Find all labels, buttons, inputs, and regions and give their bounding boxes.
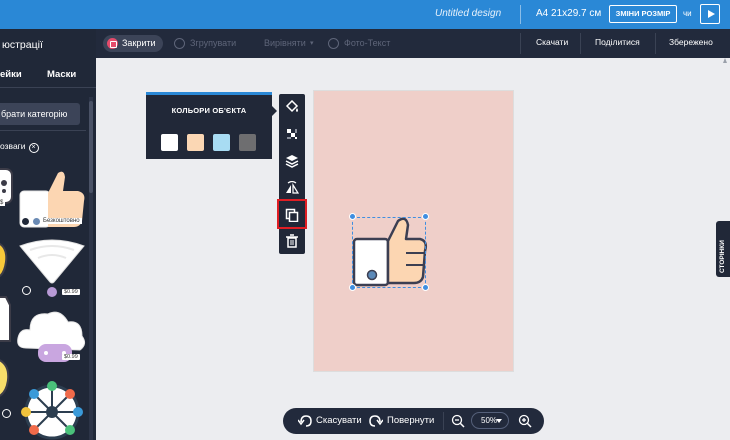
- info-icon[interactable]: [2, 409, 11, 418]
- group-icon: [174, 38, 185, 49]
- flip-icon: [286, 181, 299, 194]
- color-swatch-peach[interactable]: [187, 134, 204, 151]
- object-colors-title: КОЛЬОРИ ОБ'ЄКТА: [171, 106, 247, 115]
- align-dropdown[interactable]: Вирівняти ▾: [264, 35, 319, 52]
- sticker-lightbulb-partial[interactable]: [0, 354, 12, 412]
- color-swatch-white[interactable]: [161, 134, 178, 151]
- share-button[interactable]: Поділитися: [595, 37, 640, 47]
- close-icon[interactable]: ×: [28, 143, 39, 153]
- or-label: чи: [683, 9, 692, 18]
- design-name[interactable]: Untitled design: [435, 8, 501, 19]
- price-badge: $0.99: [62, 354, 80, 360]
- close-button[interactable]: Закрити: [103, 35, 163, 52]
- sticker-tag-partial[interactable]: [0, 291, 12, 345]
- resize-handle-bottom-right[interactable]: [422, 284, 429, 291]
- zoom-in-icon[interactable]: [518, 414, 532, 428]
- free-badge: Безкоштовно: [41, 218, 82, 224]
- trash-icon: [286, 234, 298, 248]
- divider: [580, 33, 581, 54]
- divider: [655, 33, 656, 54]
- resize-handle-top-right[interactable]: [422, 213, 429, 220]
- divider: [0, 130, 86, 131]
- align-dropdown-label: Вирівняти: [264, 38, 306, 48]
- delete-tool[interactable]: [279, 228, 305, 254]
- fill-color-tool[interactable]: [279, 94, 305, 120]
- color-swatch-light-blue[interactable]: [213, 134, 230, 151]
- filter-tag-label: озваги: [0, 141, 26, 151]
- info-icon[interactable]: [21, 217, 30, 226]
- sidebar-scrollbar-thumb[interactable]: [89, 101, 93, 193]
- editor-toolbar: Закрити Згрупувати Вирівняти ▾ Фото-Текс…: [96, 29, 730, 58]
- canvas-scroll-up-arrow[interactable]: [723, 58, 728, 218]
- zoom-out-icon[interactable]: [451, 414, 465, 428]
- resize-button[interactable]: ЗМІНИ РОЗМІР: [609, 5, 677, 23]
- group-button[interactable]: Згрупувати: [174, 35, 249, 52]
- layers-icon: [285, 155, 299, 168]
- sticker-cloud-gamepad[interactable]: [16, 308, 88, 372]
- paint-bucket-icon: [285, 100, 299, 113]
- group-button-label: Згрупувати: [190, 38, 237, 48]
- redo-button[interactable]: Повернути: [387, 415, 434, 426]
- photo-text-icon: [328, 38, 339, 49]
- pages-panel-tab-label: СТОРІНКИ: [719, 240, 726, 273]
- sidebar-tab-masks[interactable]: Маски: [47, 69, 76, 80]
- layers-tool[interactable]: [279, 148, 305, 174]
- zoom-select[interactable]: 50%: [471, 412, 509, 429]
- transparency-tool[interactable]: [279, 121, 305, 147]
- redo-icon[interactable]: [369, 414, 383, 428]
- element-tools-panel: [279, 94, 305, 254]
- photo-text-button-label: Фото-Текст: [344, 38, 391, 48]
- resize-handle-top-left[interactable]: [349, 213, 356, 220]
- price-badge: $: [0, 200, 6, 206]
- present-button[interactable]: [700, 4, 720, 24]
- filter-tag[interactable]: озваги ×: [0, 141, 39, 153]
- download-button[interactable]: Скачати: [536, 37, 568, 47]
- left-sidebar: юстрації ейки Маски брати категорію озва…: [0, 29, 96, 440]
- sidebar-tab-stickers[interactable]: ейки: [0, 69, 22, 80]
- undo-button[interactable]: Скасувати: [316, 415, 362, 426]
- flip-tool[interactable]: [279, 175, 305, 201]
- price-badge: $0.99: [62, 289, 80, 295]
- info-icon[interactable]: [22, 286, 31, 295]
- lock-icon: [107, 38, 118, 49]
- page-size-label: A4 21x29.7 см: [536, 8, 602, 19]
- divider: [520, 5, 521, 24]
- color-swatch-gray[interactable]: [239, 134, 256, 151]
- sticker-lamp-partial[interactable]: [0, 236, 12, 284]
- chevron-down-icon: ▾: [310, 40, 314, 47]
- photo-text-button[interactable]: Фото-Текст: [328, 35, 408, 52]
- save-status: Збережено: [669, 37, 713, 47]
- preview-icon[interactable]: [32, 217, 41, 226]
- bottom-bar: Скасувати Повернути 50%: [283, 408, 544, 434]
- choose-category-button[interactable]: брати категорію: [0, 103, 80, 125]
- popup-pointer: [272, 106, 277, 116]
- divider: [520, 33, 521, 54]
- selection-box: [352, 217, 426, 288]
- transparency-icon: [287, 129, 297, 139]
- pages-panel-tab[interactable]: СТОРІНКИ: [716, 221, 730, 277]
- object-colors-popup: КОЛЬОРИ ОБ'ЄКТА: [146, 92, 272, 159]
- close-button-label: Закрити: [122, 38, 156, 48]
- sidebar-title: юстрації: [2, 39, 43, 51]
- divider: [0, 87, 96, 88]
- top-bar: Untitled design A4 21x29.7 см ЗМІНИ РОЗМ…: [0, 0, 730, 29]
- sticker-network[interactable]: [17, 376, 87, 440]
- undo-icon[interactable]: [298, 414, 312, 428]
- duplicate-tool-highlight: [277, 199, 307, 229]
- divider: [443, 412, 444, 430]
- resize-handle-bottom-left[interactable]: [349, 284, 356, 291]
